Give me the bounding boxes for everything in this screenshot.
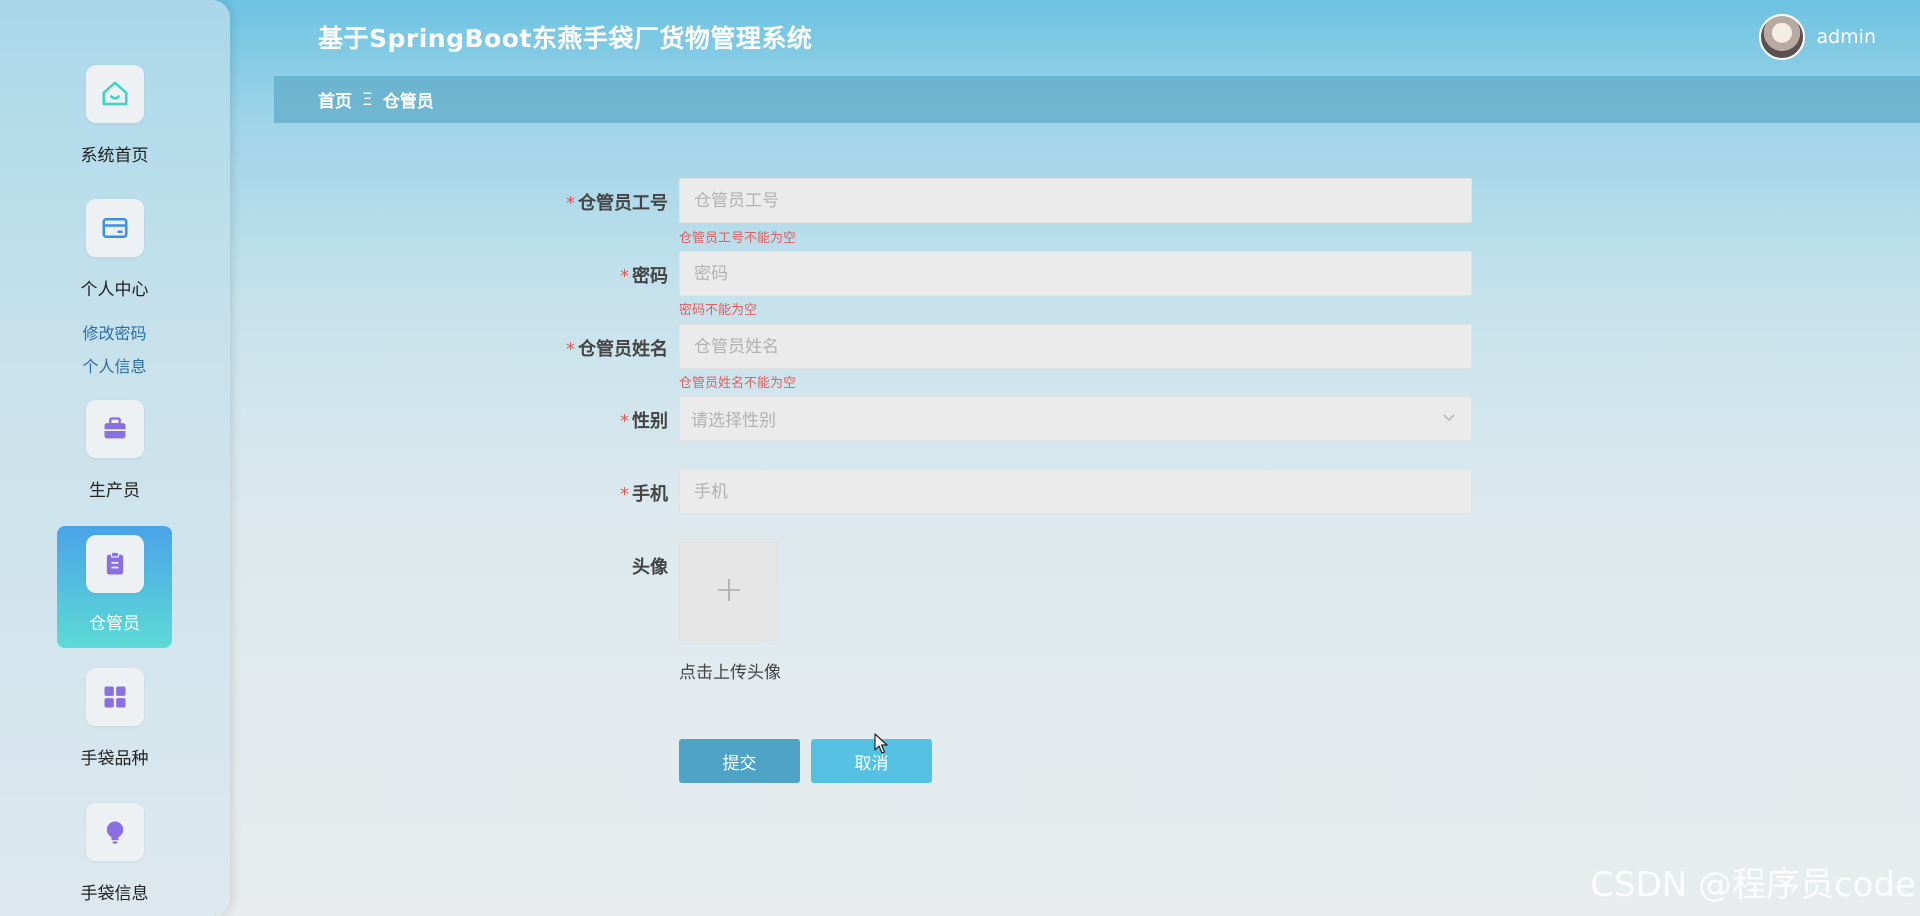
sidebar-item-bag-info[interactable]: 手袋信息 [57, 794, 172, 916]
sidebar-item-label: 手袋信息 [80, 884, 149, 904]
name-label: * 仓管员姓名 [566, 339, 668, 360]
gender-label: * 性别 [620, 411, 668, 432]
breadcrumb-current: 仓管员 [382, 92, 434, 112]
required-mark: * [566, 193, 575, 214]
sidebar-item-label: 个人中心 [80, 280, 149, 300]
user-avatar[interactable] [1759, 14, 1806, 60]
sidebar-item-personal-center[interactable]: 个人中心 [57, 190, 172, 312]
grid-icon [85, 668, 144, 726]
avatar-label: 头像 [632, 557, 668, 578]
employee-id-error: 仓管员工号不能为空 [679, 231, 797, 246]
avatar-upload[interactable] [679, 542, 778, 641]
avatar-upload-hint: 点击上传头像 [679, 663, 781, 683]
required-mark: * [620, 266, 629, 287]
submenu-personal-info[interactable]: 个人信息 [57, 353, 172, 377]
sidebar-item-warehouse-keeper[interactable]: 仓管员 [57, 526, 172, 648]
sidebar-item-label: 手袋品种 [80, 749, 149, 769]
required-mark: * [566, 339, 575, 360]
sidebar-item-bag-variety[interactable]: 手袋品种 [57, 659, 172, 781]
cancel-button[interactable]: 取消 [811, 739, 932, 783]
gender-select[interactable]: 请选择性别 [679, 396, 1472, 441]
phone-input[interactable] [679, 469, 1472, 514]
name-input[interactable] [679, 324, 1472, 369]
required-mark: * [620, 411, 629, 432]
name-error: 仓管员姓名不能为空 [679, 376, 797, 391]
sidebar: 系统首页 个人中心 修改密码 个人信息 生产员 仓管员 手袋品种 手袋信息 [0, 0, 230, 916]
submenu-change-password[interactable]: 修改密码 [57, 320, 172, 344]
breadcrumb-separator-icon: Ξ [362, 89, 373, 110]
sidebar-item-home[interactable]: 系统首页 [57, 56, 172, 178]
bulb-icon [85, 803, 144, 861]
phone-label: * 手机 [620, 484, 668, 505]
home-icon [85, 65, 144, 123]
app-title: 基于SpringBoot东燕手袋厂货物管理系统 [318, 24, 813, 53]
password-input[interactable] [679, 251, 1472, 296]
submit-button[interactable]: 提交 [679, 739, 800, 783]
password-error: 密码不能为空 [679, 303, 758, 318]
password-label: * 密码 [620, 266, 668, 287]
sidebar-item-label: 仓管员 [89, 614, 140, 634]
sidebar-item-label: 系统首页 [80, 146, 149, 166]
mouse-cursor-icon [874, 733, 890, 759]
clipboard-icon [85, 535, 144, 593]
gender-placeholder: 请选择性别 [691, 411, 776, 431]
briefcase-icon [85, 400, 144, 458]
breadcrumb: 首页 Ξ 仓管员 [274, 76, 1920, 123]
sidebar-item-producer[interactable]: 生产员 [57, 391, 172, 513]
breadcrumb-home[interactable]: 首页 [318, 87, 352, 112]
user-menu[interactable]: admin [1759, 14, 1876, 60]
required-mark: * [620, 484, 629, 505]
employee-id-input[interactable] [679, 178, 1472, 223]
card-icon [85, 199, 144, 257]
sidebar-item-label: 生产员 [89, 481, 140, 501]
username: admin [1816, 26, 1876, 48]
watermark: CSDN @程序员code [1590, 865, 1916, 905]
employee-id-label: * 仓管员工号 [566, 193, 668, 214]
chevron-down-icon [1441, 409, 1457, 430]
plus-icon [716, 577, 742, 607]
